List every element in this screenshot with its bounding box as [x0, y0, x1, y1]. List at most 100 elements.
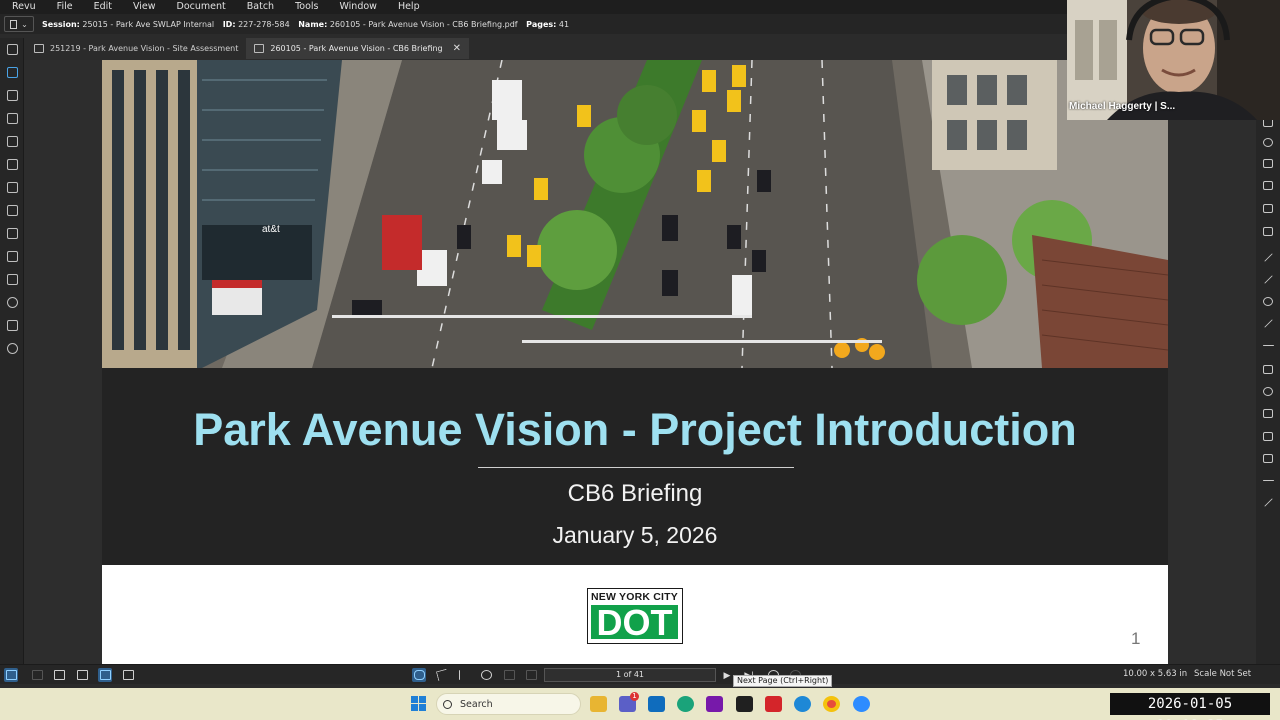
slide-footer: NEW YORK CITY DOT 1 [102, 565, 1168, 664]
rectangle-icon[interactable] [1261, 363, 1275, 375]
tool-chest-icon[interactable] [5, 134, 19, 148]
polygon-icon[interactable] [1261, 136, 1275, 148]
page-dimensions: 10.00 x 5.63 in [1123, 669, 1188, 679]
previous-page-icon[interactable] [524, 668, 538, 682]
logo-text: NEW YORK CITY [591, 591, 678, 603]
bluebeam-revu-window: Revu File Edit View Document Batch Tools… [0, 0, 1280, 720]
left-panel-toolbar [0, 38, 24, 664]
zoom-icon[interactable] [479, 668, 493, 682]
arc-icon[interactable] [1261, 295, 1275, 307]
select-text-icon[interactable] [457, 668, 471, 682]
chevron-down-icon: ⌄ [21, 19, 28, 29]
session-label: Session: [42, 19, 80, 29]
next-page-icon[interactable]: ▶ [720, 668, 734, 682]
dot-logo-mark: DOT [591, 605, 678, 639]
menu-file[interactable]: File [57, 0, 73, 14]
scale-status[interactable]: Scale Not Set [1194, 669, 1251, 679]
pages-value: 41 [558, 19, 570, 29]
tab-cb6-briefing[interactable]: 260105 - Park Avenue Vision - CB6 Briefi… [246, 38, 470, 59]
snipping-icon[interactable] [736, 696, 753, 712]
close-tab-icon[interactable]: ✕ [453, 43, 461, 54]
forms-icon[interactable] [5, 180, 19, 194]
pan-hand-icon[interactable] [412, 668, 426, 682]
street-photo-graphic: at&t [102, 60, 1168, 368]
nyc-dot-logo: NEW YORK CITY DOT [587, 588, 683, 644]
zoom-icon[interactable] [853, 696, 870, 712]
image-icon[interactable] [1261, 202, 1275, 214]
edge-icon[interactable] [677, 696, 694, 712]
first-page-icon[interactable] [502, 668, 516, 682]
status-toolbar: 1 of 41 ▶ ▶| 10.00 x 5.63 in Scale Not S… [0, 664, 1280, 684]
page-number-field[interactable]: 1 of 41 [544, 668, 716, 682]
snapshot-icon[interactable] [1261, 225, 1275, 237]
windows-taskbar: Search 1 [0, 688, 1280, 720]
sets-icon[interactable] [5, 272, 19, 286]
slide-subtitle: CB6 Briefing [567, 480, 703, 507]
slide-page-number: 1 [1131, 629, 1141, 648]
search-icon[interactable] [5, 295, 19, 309]
cloud-icon[interactable] [1261, 430, 1275, 442]
system-clock: 2026-01-05 19:08:35 [1110, 693, 1270, 720]
split-horizontal-icon[interactable] [75, 668, 89, 682]
menu-help[interactable]: Help [398, 0, 420, 14]
sync-icon[interactable] [121, 668, 135, 682]
menu-batch[interactable]: Batch [247, 0, 274, 14]
signatures-icon[interactable] [5, 226, 19, 240]
file-explorer-icon[interactable] [590, 696, 607, 712]
session-menu-button[interactable]: ⌄ [4, 16, 34, 32]
bluebeam-icon[interactable] [794, 696, 811, 712]
taskbar-search[interactable]: Search [436, 693, 581, 715]
file-access-icon[interactable] [5, 42, 19, 56]
menu-view[interactable]: View [133, 0, 156, 14]
menu-window[interactable]: Window [339, 0, 376, 14]
polyline-icon[interactable] [1261, 317, 1275, 329]
session-info: Session: 25015 - Park Ave SWLAP Internal… [42, 20, 575, 29]
ellipse-icon[interactable] [1261, 385, 1275, 397]
next-page-tooltip: Next Page (Ctrl+Right) [733, 675, 833, 687]
menu-tools[interactable]: Tools [295, 0, 318, 14]
settings-gear-icon[interactable] [5, 341, 19, 355]
split-vertical-icon[interactable] [52, 668, 66, 682]
menu-edit[interactable]: Edit [94, 0, 112, 14]
chrome-icon[interactable] [823, 696, 840, 712]
arrow-icon[interactable] [1261, 273, 1275, 285]
layers-icon[interactable] [5, 111, 19, 125]
menu-revu[interactable]: Revu [12, 0, 36, 14]
webcam-feed: Michael Haggerty | S... [1067, 0, 1280, 120]
single-page-icon[interactable] [30, 668, 44, 682]
count-icon[interactable] [1261, 496, 1275, 508]
measurements-icon[interactable] [5, 203, 19, 217]
callout-icon[interactable] [1261, 157, 1275, 169]
menu-document[interactable]: Document [177, 0, 226, 14]
highlight-icon[interactable] [1261, 407, 1275, 419]
id-value: 227-278-584 [238, 19, 290, 29]
select-pointer-icon[interactable] [435, 668, 449, 682]
acrobat-icon[interactable] [765, 696, 782, 712]
grid-view-icon[interactable] [98, 668, 112, 682]
tab-site-assessment[interactable]: 251219 - Park Avenue Vision - Site Asses… [26, 38, 246, 59]
spaces-icon[interactable] [5, 318, 19, 332]
thumbnails-icon[interactable] [5, 65, 19, 79]
studio-icon[interactable] [5, 157, 19, 171]
bookmarks-icon[interactable] [5, 88, 19, 102]
area-icon[interactable] [1261, 452, 1275, 464]
links-icon[interactable] [5, 249, 19, 263]
onenote-icon[interactable] [706, 696, 723, 712]
pdf-document-icon [254, 44, 265, 53]
line-icon[interactable] [1261, 251, 1275, 263]
slide-date: January 5, 2026 [552, 522, 718, 548]
tab-label: 251219 - Park Avenue Vision - Site Asses… [50, 44, 239, 53]
outlook-icon[interactable] [648, 696, 665, 712]
dimension-icon[interactable] [1261, 339, 1275, 351]
participant-name: Michael Haggerty | S... [1069, 101, 1176, 112]
stamp-icon[interactable] [1261, 179, 1275, 191]
document-canvas[interactable]: at&t Park Avenue Vision - Project Introd… [24, 60, 1256, 664]
aerial-street-photo: at&t [102, 60, 1168, 368]
search-icon [443, 699, 452, 709]
length-icon[interactable] [1261, 474, 1275, 486]
panel-list-icon[interactable] [4, 668, 18, 682]
windows-start-icon[interactable] [411, 696, 427, 712]
slide-title: Park Avenue Vision - Project Introductio… [193, 404, 1077, 455]
session-value: 25015 - Park Ave SWLAP Internal [82, 19, 215, 29]
tab-label: 260105 - Park Avenue Vision - CB6 Briefi… [270, 44, 443, 53]
